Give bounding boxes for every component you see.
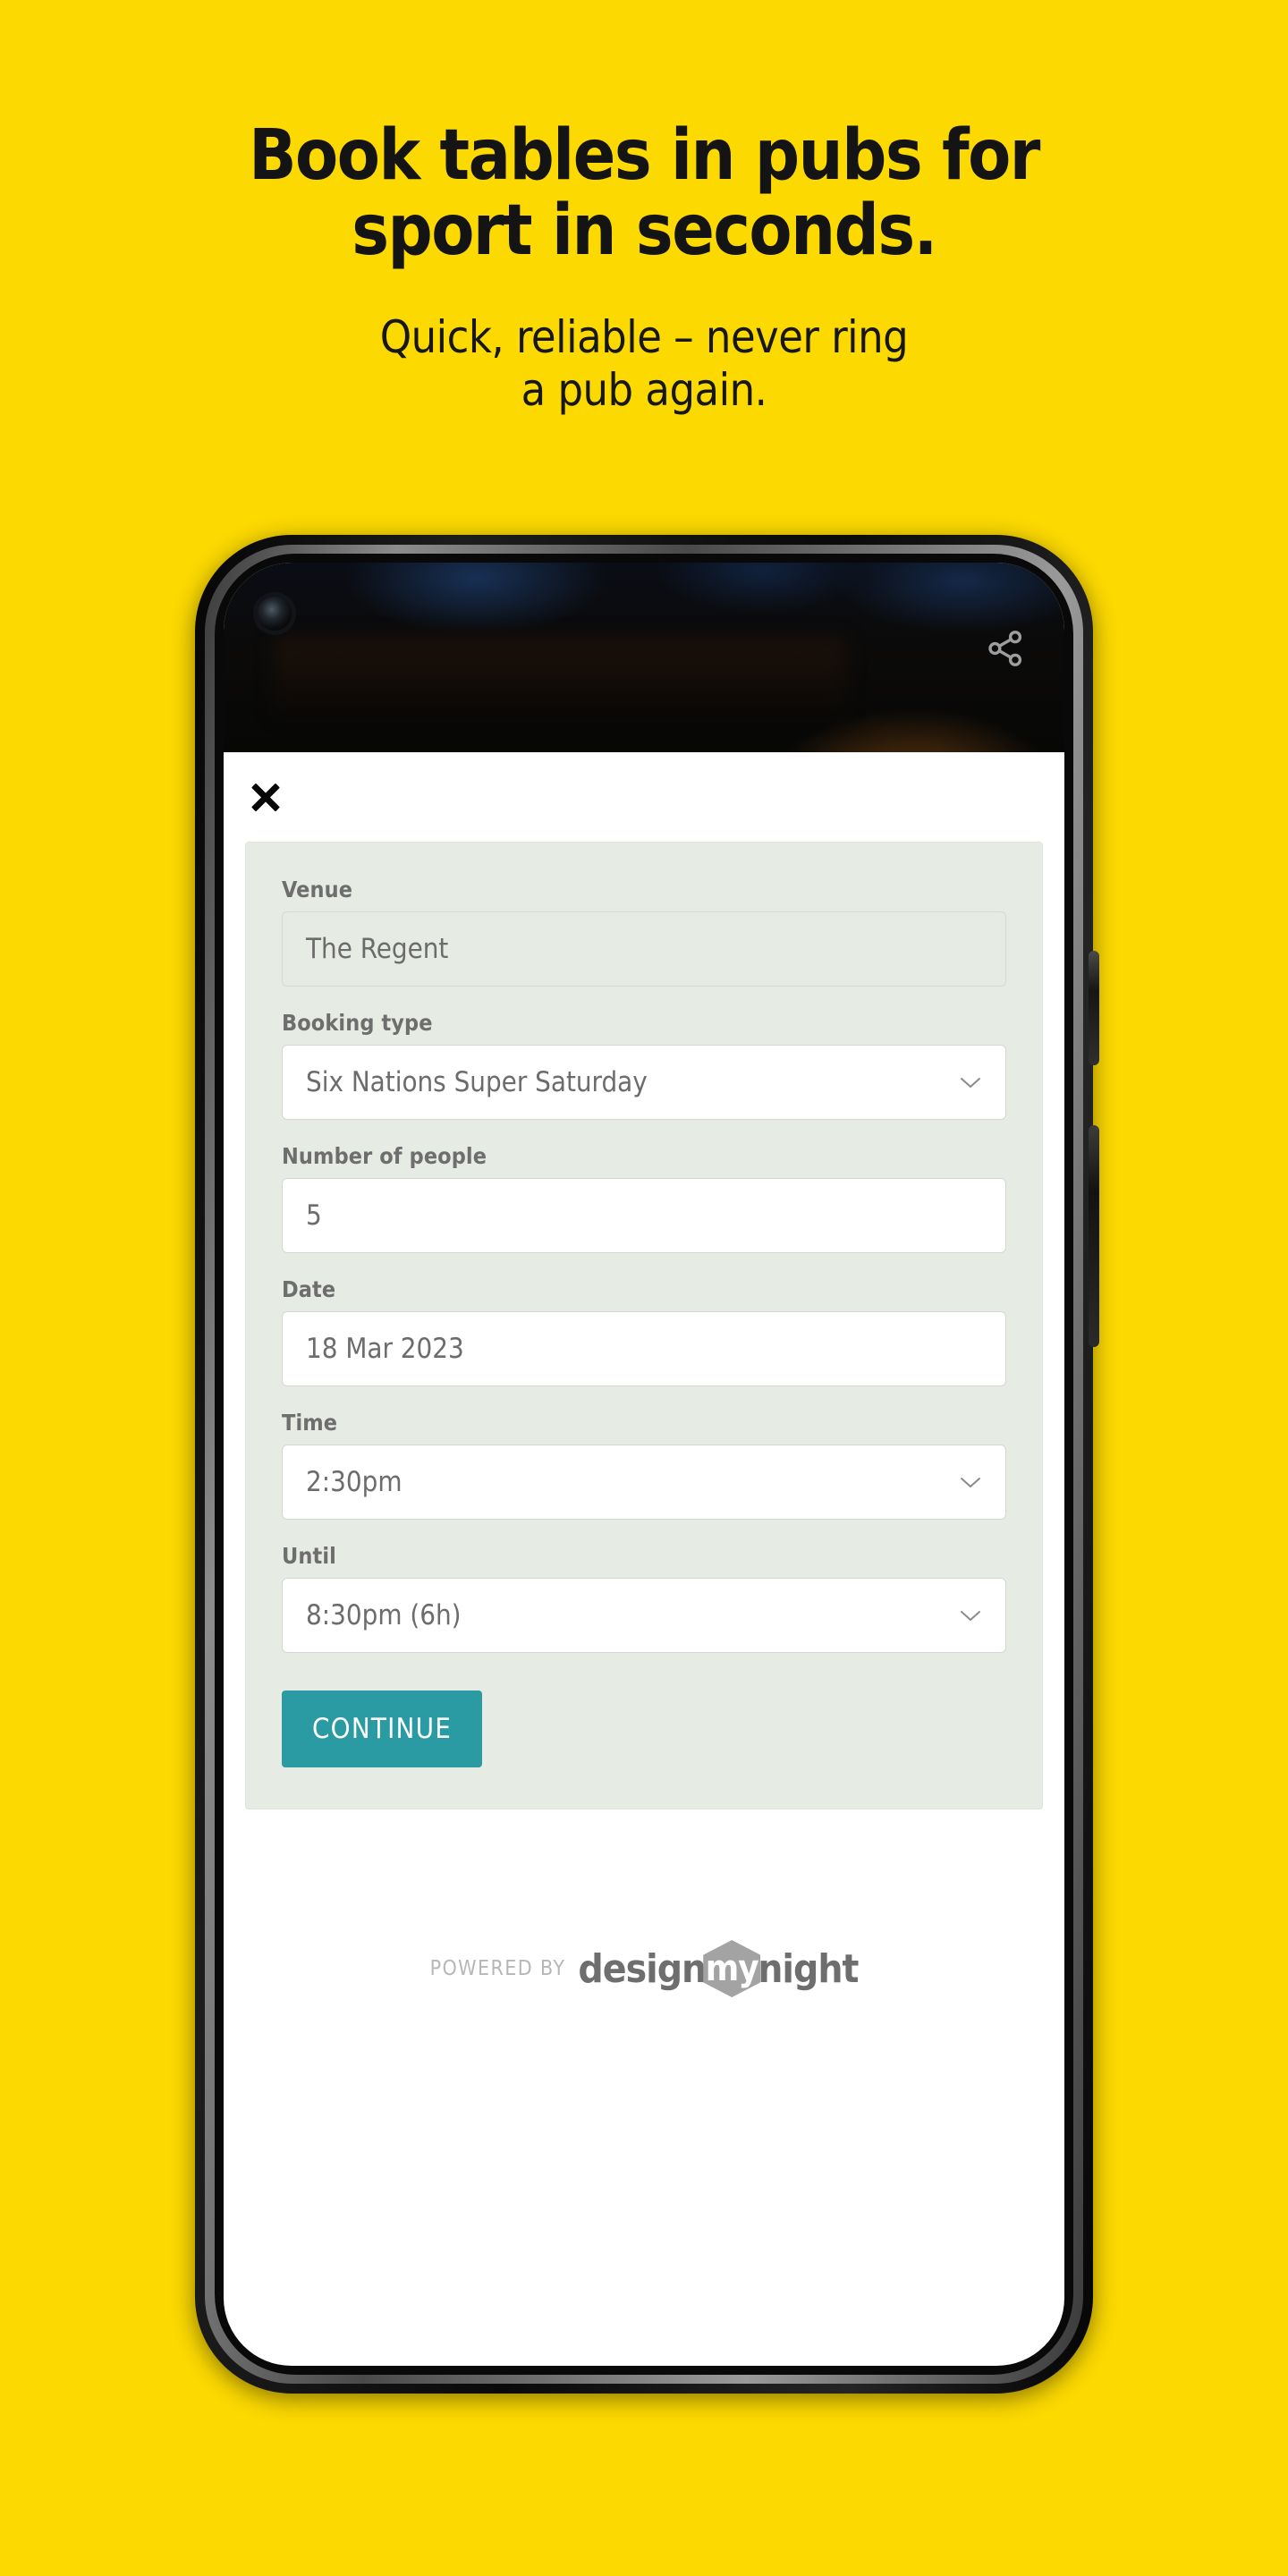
promo-header: Book tables in pubs for sport in seconds…	[0, 0, 1288, 417]
field-venue: Venue The Regent	[282, 877, 1006, 987]
venue-input: The Regent	[282, 911, 1006, 987]
widget-top-bar	[224, 752, 1064, 842]
phone-frame: Venue The Regent Booking type Six Nation…	[195, 535, 1099, 2394]
venue-hero-image	[224, 563, 1064, 752]
continue-button[interactable]: CONTINUE	[282, 1690, 483, 1767]
field-date: Date 18 Mar 2023	[282, 1276, 1006, 1386]
field-label-until: Until	[282, 1543, 336, 1569]
headline-line-2: sport in seconds.	[352, 191, 937, 272]
field-booking-type: Booking type Six Nations Super Saturday	[282, 1010, 1006, 1120]
headline-line-1: Book tables in pubs for	[249, 115, 1040, 196]
close-icon[interactable]	[245, 776, 286, 818]
subhead-line-1: Quick, reliable – never ring	[379, 311, 909, 364]
until-value: 8:30pm (6h)	[306, 1598, 462, 1631]
booking-type-select[interactable]: Six Nations Super Saturday	[282, 1045, 1006, 1120]
date-value: 18 Mar 2023	[306, 1332, 464, 1365]
phone-mockup: Venue The Regent Booking type Six Nation…	[195, 535, 1099, 2394]
field-label-number-of-people: Number of people	[282, 1143, 487, 1169]
field-label-booking-type: Booking type	[282, 1010, 433, 1036]
time-select[interactable]: 2:30pm	[282, 1445, 1006, 1520]
date-input[interactable]: 18 Mar 2023	[282, 1311, 1006, 1386]
brand-text-night: night	[758, 1945, 859, 1992]
until-select[interactable]: 8:30pm (6h)	[282, 1578, 1006, 1653]
brand-text-my: my	[705, 1948, 759, 1989]
time-value: 2:30pm	[306, 1465, 402, 1498]
field-label-venue: Venue	[282, 877, 353, 902]
powered-by-lockup: POWERED BY design my night	[430, 1940, 859, 1997]
field-number-of-people: Number of people 5	[282, 1143, 1006, 1253]
booking-type-value: Six Nations Super Saturday	[306, 1065, 648, 1098]
volume-button[interactable]	[1089, 1125, 1099, 1347]
venue-value: The Regent	[306, 932, 449, 965]
powered-by-label: POWERED BY	[429, 1957, 566, 1980]
booking-form: Venue The Regent Booking type Six Nation…	[224, 842, 1064, 1809]
chevron-down-icon	[961, 1478, 980, 1487]
designmynight-logo: design my night	[578, 1940, 859, 1997]
page-subtitle: Quick, reliable – never ring a pub again…	[0, 311, 1288, 417]
field-until: Until 8:30pm (6h)	[282, 1543, 1006, 1653]
field-label-date: Date	[282, 1276, 336, 1302]
share-icon[interactable]	[984, 627, 1027, 670]
power-button[interactable]	[1089, 951, 1099, 1065]
chevron-down-icon	[961, 1611, 980, 1621]
booking-form-panel: Venue The Regent Booking type Six Nation…	[245, 842, 1043, 1809]
phone-screen: Venue The Regent Booking type Six Nation…	[224, 563, 1064, 2366]
brand-text-design: design	[578, 1945, 707, 1992]
chevron-down-icon	[961, 1078, 980, 1088]
page-title: Book tables in pubs for sport in seconds…	[116, 115, 1172, 272]
widget-footer: POWERED BY design my night	[224, 1809, 1064, 2078]
camera-punch-hole-icon	[258, 597, 292, 631]
number-of-people-input[interactable]: 5	[282, 1178, 1006, 1253]
field-time: Time 2:30pm	[282, 1410, 1006, 1520]
number-of-people-value: 5	[306, 1199, 322, 1232]
hexagon-icon: my	[703, 1940, 761, 1997]
subhead-line-2: a pub again.	[521, 364, 767, 417]
field-label-time: Time	[282, 1410, 338, 1436]
